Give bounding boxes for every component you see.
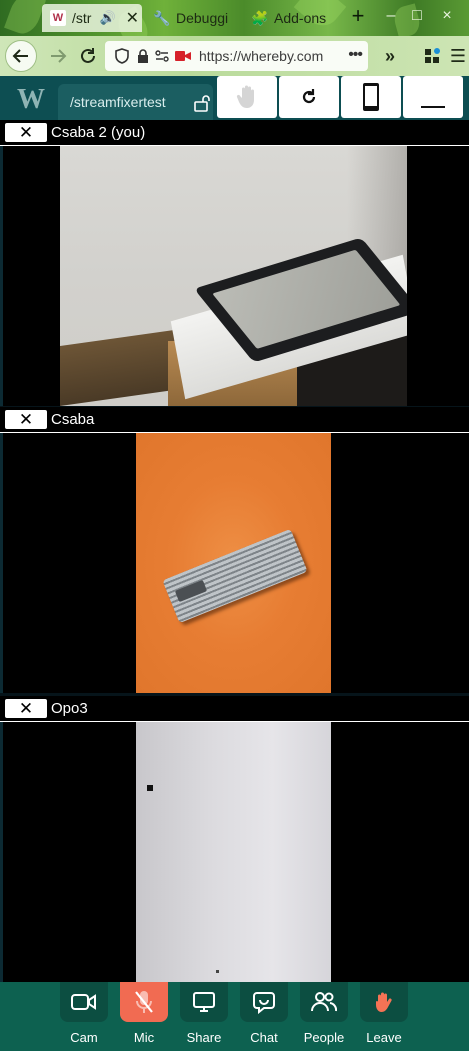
chat-button[interactable] [240, 982, 288, 1022]
video-frame-wall [136, 722, 331, 982]
chat-control[interactable]: Chat [240, 982, 288, 1045]
call-controls-bar: Cam Mic Share Chat People Leave [0, 982, 469, 1051]
new-tab-button[interactable]: + [348, 3, 368, 29]
close-icon: ✕ [18, 698, 34, 718]
mic-control[interactable]: Mic [120, 982, 168, 1045]
shield-icon[interactable] [115, 48, 129, 64]
share-control[interactable]: Share [180, 982, 228, 1045]
camera-icon [71, 994, 96, 1010]
raise-hand-button[interactable] [217, 76, 277, 118]
mic-label: Mic [133, 1030, 155, 1045]
forward-arrow-icon [51, 49, 67, 63]
extensions-icon[interactable] [416, 40, 448, 72]
page-actions-icon[interactable]: ••• [348, 46, 363, 64]
back-arrow-icon [12, 49, 28, 63]
hand-icon [236, 85, 254, 108]
participant-name: Csaba 2 (you) [51, 124, 146, 141]
video-frame-ssd [136, 433, 331, 693]
camera-sharing-icon[interactable] [175, 50, 191, 62]
people-button[interactable] [300, 982, 348, 1022]
speaker-icon[interactable]: 🔊 [99, 10, 115, 26]
screen-share-icon [193, 992, 215, 1012]
tab-label: /str [72, 10, 92, 26]
participant-name: Opo3 [51, 700, 88, 717]
refresh-button[interactable] [279, 76, 339, 118]
phone-icon [363, 83, 379, 111]
minimize-window-button[interactable]: – [381, 7, 401, 25]
menu-icon[interactable]: ☰ [446, 40, 469, 72]
video-frame-tablet [60, 146, 407, 406]
tab-label: Add-ons [274, 10, 327, 26]
mic-button[interactable] [120, 982, 168, 1022]
close-participant-button[interactable]: ✕ [5, 410, 47, 429]
people-label: People [303, 1030, 345, 1045]
lock-icon[interactable] [137, 49, 149, 63]
whereby-favicon-icon: W [50, 10, 66, 26]
participant-header: ✕ Opo3 [0, 696, 469, 722]
people-control[interactable]: People [300, 982, 348, 1045]
overflow-chevron-icon[interactable]: » [374, 40, 406, 72]
chat-icon [253, 992, 275, 1014]
rotate-icon [302, 89, 316, 104]
chat-label: Chat [250, 1030, 278, 1045]
tab-label: Debuggi [176, 10, 229, 26]
close-participant-button[interactable]: ✕ [5, 123, 47, 142]
participant-name: Csaba [51, 411, 95, 428]
url-text: https://whereby.com [199, 48, 324, 64]
participant-header: ✕ Csaba [0, 407, 469, 433]
reload-button[interactable] [72, 40, 104, 72]
participant-video[interactable] [0, 722, 469, 982]
close-tab-icon[interactable]: ✕ [126, 8, 139, 28]
close-participant-button[interactable]: ✕ [5, 699, 47, 718]
url-bar[interactable]: https://whereby.com ••• [105, 41, 368, 71]
room-name: /streamfixertest [70, 94, 166, 110]
puzzle-icon: 🧩 [251, 9, 269, 26]
leave-label: Leave [366, 1030, 402, 1045]
close-icon: ✕ [18, 409, 34, 429]
back-button[interactable] [5, 40, 37, 72]
browser-tab-strip: W /str 🔊 ✕ 🔧 Debuggi 🧩 Add-ons + – □ × [0, 0, 469, 36]
reload-icon [81, 48, 95, 63]
cam-button[interactable] [60, 982, 108, 1022]
mic-muted-icon [135, 991, 153, 1013]
underscore-icon [421, 106, 445, 108]
participant-video[interactable] [0, 433, 469, 693]
forward-button[interactable] [42, 40, 74, 72]
people-icon [311, 992, 337, 1012]
participant-video[interactable] [0, 146, 469, 406]
room-name-pill[interactable]: /streamfixertest [58, 84, 213, 120]
participant-header: ✕ Csaba 2 (you) [0, 120, 469, 146]
room-header: W /streamfixertest [0, 76, 469, 120]
permissions-icon[interactable] [155, 50, 169, 62]
share-button[interactable] [180, 982, 228, 1022]
close-icon: ✕ [18, 122, 34, 142]
minimize-button[interactable] [403, 76, 463, 118]
browser-navigation-bar: https://whereby.com ••• » ☰ [0, 36, 469, 76]
leave-control[interactable]: Leave [360, 982, 408, 1045]
unlocked-lock-icon[interactable] [193, 94, 211, 112]
phone-layout-button[interactable] [341, 76, 401, 118]
close-window-button[interactable]: × [437, 7, 457, 25]
browser-tab-addons[interactable]: 🧩 Add-ons [244, 4, 328, 32]
leave-button[interactable] [360, 982, 408, 1022]
cam-control[interactable]: Cam [60, 982, 108, 1045]
cam-label: Cam [70, 1030, 98, 1045]
whereby-logo[interactable]: W [17, 84, 45, 116]
browser-tab-debugging[interactable]: 🔧 Debuggi [146, 4, 232, 32]
wrench-icon: 🔧 [153, 9, 171, 26]
maximize-window-button[interactable]: □ [407, 7, 427, 25]
browser-tab-whereby[interactable]: W /str 🔊 ✕ [42, 4, 142, 32]
share-label: Share [186, 1030, 222, 1045]
waving-hand-icon [376, 992, 392, 1012]
